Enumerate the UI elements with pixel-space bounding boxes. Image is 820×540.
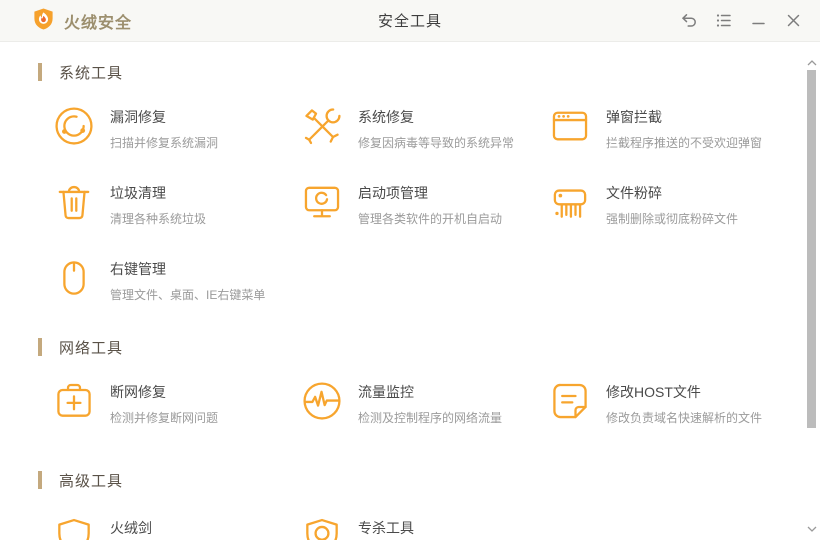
tool-title: 火绒剑: [110, 520, 152, 536]
app-brand: 火绒安全: [32, 7, 132, 35]
tool-title: 断网修复: [110, 384, 166, 400]
tool-host-file[interactable]: 修改HOST文件 修改负责域名快速解析的文件: [548, 379, 796, 425]
tool-desc: 强制删除或彻底粉碎文件: [606, 212, 739, 226]
system-tools-grid: 漏洞修复 扫描并修复系统漏洞 系统修复 修复因病毒等导致的系统异常 弹窗拦截 拦…: [52, 104, 820, 302]
tool-desc: 修改负责域名快速解析的文件: [606, 411, 763, 425]
minimize-icon[interactable]: [744, 6, 773, 35]
tool-title: 启动项管理: [358, 185, 428, 201]
advanced-tools-grid: 火绒剑 专杀工具: [52, 515, 820, 540]
host-file-icon: [548, 379, 592, 423]
tool-title: 垃圾清理: [110, 185, 166, 201]
tool-desc: 清理各种系统垃圾: [110, 212, 207, 226]
tool-title: 弹窗拦截: [606, 109, 662, 125]
tool-title: 专杀工具: [358, 520, 414, 536]
section-title: 高级工具: [59, 472, 124, 490]
section-advanced-tools: 高级工具 火绒剑 专杀工具: [0, 470, 820, 540]
tool-vulnerability-fix[interactable]: 漏洞修复 扫描并修复系统漏洞: [52, 104, 300, 150]
tool-startup-manager[interactable]: 启动项管理 管理各类软件的开机自启动: [300, 180, 548, 226]
tool-title: 文件粉碎: [606, 185, 662, 201]
junk-clean-icon: [52, 180, 96, 224]
section-header: 高级工具: [38, 470, 820, 490]
traffic-monitor-icon: [300, 379, 344, 423]
tool-special-kill[interactable]: 专杀工具: [300, 515, 548, 540]
close-icon[interactable]: [779, 6, 808, 35]
tool-desc: 检测并修复断网问题: [110, 411, 219, 425]
tool-desc: 管理文件、桌面、IE右键菜单: [110, 288, 266, 302]
tool-system-repair[interactable]: 系统修复 修复因病毒等导致的系统异常: [300, 104, 548, 150]
tool-right-click-manager[interactable]: 右键管理 管理文件、桌面、IE右键菜单: [52, 256, 300, 302]
huorong-shield-logo-icon: [32, 7, 55, 35]
tool-desc: 拦截程序推送的不受欢迎弹窗: [606, 136, 763, 150]
section-network-tools: 网络工具 断网修复 检测并修复断网问题 流量监控 检测及控制程序的网络流量 修改…: [0, 337, 820, 425]
scroll-down-icon[interactable]: [806, 520, 818, 532]
huorong-security-tools-window: 火绒安全 安全工具 系统工具 漏洞修复 扫描并修复系统漏洞 系统修复 修复因病毒…: [0, 0, 820, 540]
huorong-sword-icon: [52, 515, 96, 540]
tool-huorong-sword[interactable]: 火绒剑: [52, 515, 300, 540]
tool-junk-clean[interactable]: 垃圾清理 清理各种系统垃圾: [52, 180, 300, 226]
section-title: 网络工具: [59, 339, 124, 357]
back-icon[interactable]: [674, 6, 703, 35]
titlebar: 火绒安全 安全工具: [0, 0, 820, 42]
window-controls: [674, 6, 808, 35]
section-header: 系统工具: [38, 62, 820, 82]
section-marker-bar: [38, 63, 42, 81]
vulnerability-fix-icon: [52, 104, 96, 148]
tool-popup-block[interactable]: 弹窗拦截 拦截程序推送的不受欢迎弹窗: [548, 104, 796, 150]
section-header: 网络工具: [38, 337, 820, 357]
tool-network-repair[interactable]: 断网修复 检测并修复断网问题: [52, 379, 300, 425]
section-title: 系统工具: [59, 64, 124, 82]
tool-title: 修改HOST文件: [606, 384, 701, 400]
right-click-manager-icon: [52, 256, 96, 300]
menu-icon[interactable]: [709, 6, 738, 35]
tool-desc: 修复因病毒等导致的系统异常: [358, 136, 515, 150]
special-kill-icon: [300, 515, 344, 540]
network-repair-icon: [52, 379, 96, 423]
network-tools-grid: 断网修复 检测并修复断网问题 流量监控 检测及控制程序的网络流量 修改HOST文…: [52, 379, 820, 425]
section-system-tools: 系统工具 漏洞修复 扫描并修复系统漏洞 系统修复 修复因病毒等导致的系统异常 弹…: [0, 62, 820, 302]
section-marker-bar: [38, 338, 42, 356]
scrollbar[interactable]: [803, 42, 820, 540]
tool-desc: 检测及控制程序的网络流量: [358, 411, 503, 425]
tools-content: 系统工具 漏洞修复 扫描并修复系统漏洞 系统修复 修复因病毒等导致的系统异常 弹…: [0, 42, 820, 540]
system-repair-icon: [300, 104, 344, 148]
section-marker-bar: [38, 471, 42, 489]
popup-block-icon: [548, 104, 592, 148]
tool-desc: 管理各类软件的开机自启动: [358, 212, 503, 226]
tool-desc: 扫描并修复系统漏洞: [110, 136, 219, 150]
tool-traffic-monitor[interactable]: 流量监控 检测及控制程序的网络流量: [300, 379, 548, 425]
file-shredder-icon: [548, 180, 592, 224]
tool-file-shredder[interactable]: 文件粉碎 强制删除或彻底粉碎文件: [548, 180, 796, 226]
scrollbar-thumb[interactable]: [807, 70, 816, 428]
tool-title: 流量监控: [358, 384, 414, 400]
tool-title: 右键管理: [110, 261, 166, 277]
tool-title: 漏洞修复: [110, 109, 166, 125]
scroll-up-icon[interactable]: [806, 54, 818, 66]
tool-title: 系统修复: [358, 109, 414, 125]
startup-manager-icon: [300, 180, 344, 224]
app-name: 火绒安全: [64, 14, 133, 32]
